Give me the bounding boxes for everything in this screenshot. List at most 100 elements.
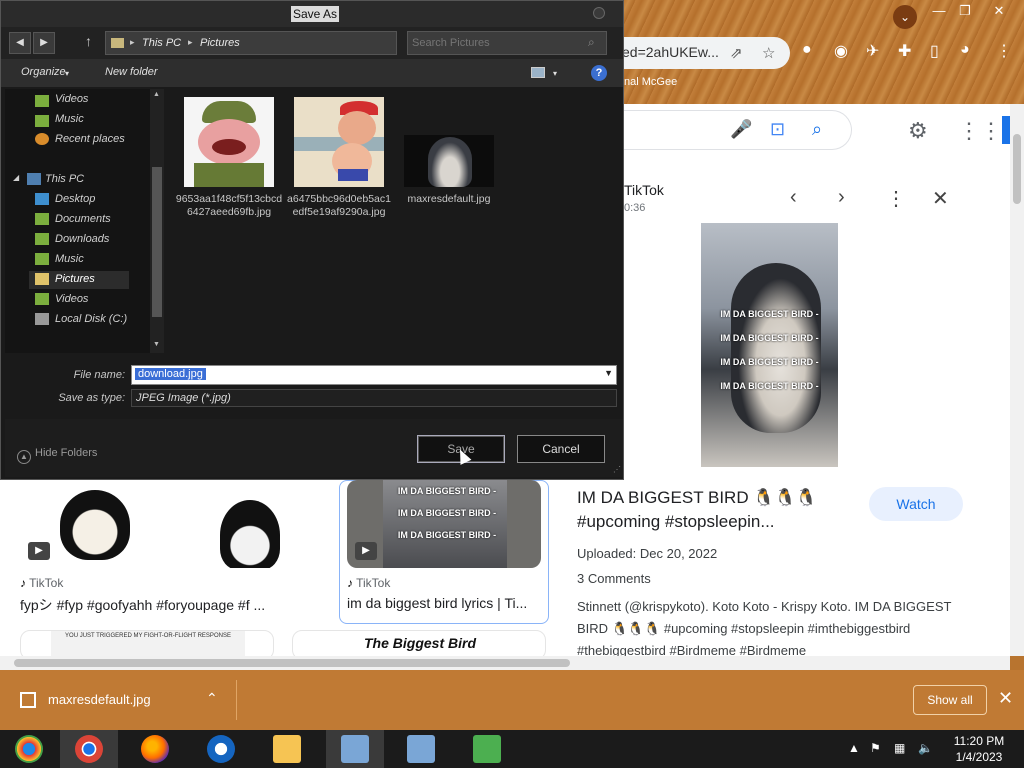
minimize-icon[interactable]: — [926,2,952,20]
chevron-right-icon[interactable]: ▸ [188,37,193,48]
nav-item-this-pc[interactable]: This PC [45,173,84,185]
result-title[interactable]: im da biggest bird lyrics | Ti... [347,595,537,611]
result-title[interactable]: fypシ #fyp #goofyahh #foryoupage #f ... [20,595,280,615]
breadcrumb-pictures[interactable]: Pictures [200,37,240,49]
forward-icon[interactable]: ▶ [33,32,55,54]
app-taskbar-button[interactable] [458,730,516,768]
file-item[interactable]: maxresdefault.jpg [395,97,503,206]
breadcrumb-this-pc[interactable]: This PC [142,37,181,49]
dialog-titlebar[interactable]: Save As [1,1,623,27]
cancel-button[interactable]: Cancel [517,435,605,463]
preview-source[interactable]: TikTok [624,182,664,198]
view-options-icon[interactable] [531,67,545,78]
expand-icon[interactable]: ◢ [13,173,19,182]
scroll-thumb[interactable] [1013,134,1021,204]
close-panel-icon[interactable]: ✕ [932,186,949,211]
hide-folders-button[interactable]: ▲ Hide Folders [17,447,97,464]
help-icon[interactable]: ? [591,65,607,81]
profile-icon[interactable]: ◕ [960,41,970,59]
download-item[interactable]: maxresdefault.jpg [48,692,151,707]
organize-button[interactable]: Organize [21,66,66,78]
menu-icon[interactable]: ⋮ [996,41,1012,61]
lens-icon[interactable]: ⊡ [770,119,785,140]
search-icon[interactable]: ⌕ [588,35,595,50]
extensions-puzzle-icon[interactable]: ✚ [898,41,911,61]
address-breadcrumb[interactable]: ▸ This PC ▸ Pictures ↻ [105,31,491,55]
tab-search-icon[interactable]: ⌄ [893,5,917,29]
result-thumbnail[interactable]: The Biggest Bird [292,630,546,656]
app-taskbar-button[interactable] [192,730,250,768]
side-panel-icon[interactable]: ▯ [930,41,939,61]
previous-icon[interactable]: ‹ [790,186,797,209]
watch-button[interactable]: Watch [869,487,963,521]
file-item[interactable]: 9653aa1f48cf5f13cbcd6427aeed69fb.jpg [175,97,283,219]
nav-item-videos[interactable]: Videos [55,93,88,105]
close-icon[interactable]: ✕ [998,688,1013,709]
explorer-taskbar-button[interactable] [258,730,316,768]
apps-grid-icon[interactable]: ⋮⋮ [958,118,1002,144]
dialog-close-button[interactable] [593,7,605,19]
address-bar[interactable]: ed=2ahUKEw... ⇗ ☆ [600,37,790,69]
avatar-extension-icon[interactable]: ◉ [834,41,848,61]
firefox-taskbar-button[interactable] [126,730,184,768]
show-all-button[interactable]: Show all [913,685,987,715]
chevron-up-icon[interactable]: ⌃ [206,690,218,707]
back-icon[interactable]: ◀ [9,32,31,54]
next-icon[interactable]: › [838,186,845,209]
nav-item-downloads[interactable]: Downloads [55,233,109,245]
volume-icon[interactable]: 🔈 [918,741,933,755]
extension-icon[interactable]: ✈ [866,41,879,61]
result-thumbnail[interactable]: YOU JUST TRIGGERED MY FIGHT-OR-FLIGHT RE… [20,630,274,656]
search-icon[interactable]: ⌕ [812,119,822,140]
preview-image[interactable]: IM DA BIGGEST BIRD - IM DA BIGGEST BIRD … [701,223,838,467]
chrome-taskbar-button[interactable] [60,730,118,768]
save-type-select[interactable]: JPEG Image (*.jpg) [131,389,617,407]
scroll-down-icon[interactable]: ▼ [153,341,160,348]
scroll-thumb[interactable] [14,659,570,667]
nav-item-music[interactable]: Music [55,253,84,265]
chevron-right-icon[interactable]: ▸ [130,37,135,48]
new-folder-button[interactable]: New folder [105,66,158,78]
settings-gear-icon[interactable]: ⚙ [908,118,928,144]
app-taskbar-button[interactable] [392,730,450,768]
scroll-thumb[interactable] [152,167,162,317]
search-input[interactable] [412,35,580,51]
more-options-icon[interactable]: ⋮ [886,186,906,211]
resize-grip-icon[interactable]: ⋰ [613,465,621,474]
nav-item-documents[interactable]: Documents [55,213,111,225]
extension-icon[interactable]: ● [802,41,812,59]
flag-icon[interactable]: ⚑ [870,741,881,755]
dropdown-arrow-icon[interactable]: ▼ [604,368,613,378]
sign-in-button[interactable] [1002,116,1010,144]
page-scrollbar[interactable] [1010,104,1024,656]
bookmark-item[interactable]: nal McGee [624,76,677,88]
show-hidden-icons[interactable]: ▲ [848,741,860,755]
search-pictures-box[interactable]: ⌕ [407,31,607,55]
share-icon[interactable]: ⇗ [730,44,743,62]
nav-item-local-disk[interactable]: Local Disk (C:) [55,313,127,325]
chevron-down-icon[interactable]: ▾ [553,69,557,78]
nav-item-desktop[interactable]: Desktop [55,193,95,205]
file-name-input[interactable]: download.jpg ▼ [131,365,617,385]
file-item[interactable]: a6475bbc96d0eb5ac1edf5e19af9290a.jpg [285,97,393,219]
result-thumbnail[interactable]: IM DA BIGGEST BIRD - IM DA BIGGEST BIRD … [347,480,541,568]
preview-title[interactable]: IM DA BIGGEST BIRD 🐧🐧🐧 #upcoming #stopsl… [577,486,847,534]
app-taskbar-button[interactable] [326,730,384,768]
voice-search-icon[interactable]: 🎤 [730,119,752,140]
nav-item-music[interactable]: Music [55,113,84,125]
horizontal-scrollbar[interactable] [0,656,1010,670]
scroll-up-icon[interactable]: ▲ [153,91,160,98]
search-bar[interactable]: 🎤 ⊡ ⌕ [610,110,852,150]
nav-item-pictures[interactable]: Pictures [55,273,95,285]
nav-item-videos[interactable]: Videos [55,293,88,305]
nav-pane-scrollbar[interactable]: ▲ ▼ [150,89,164,353]
bookmark-star-icon[interactable]: ☆ [762,44,775,62]
network-icon[interactable]: ▦ [894,741,905,755]
restore-icon[interactable]: ❐ [952,2,978,20]
result-thumbnail[interactable]: ▶ [20,480,328,568]
system-clock[interactable]: 11:20 PM 1/4/2023 [946,733,1012,765]
start-button[interactable] [0,730,58,768]
up-arrow-icon[interactable]: ↑ [85,33,92,49]
chevron-down-icon[interactable]: ▾ [65,69,69,78]
nav-item-recent-places[interactable]: Recent places [55,133,125,145]
